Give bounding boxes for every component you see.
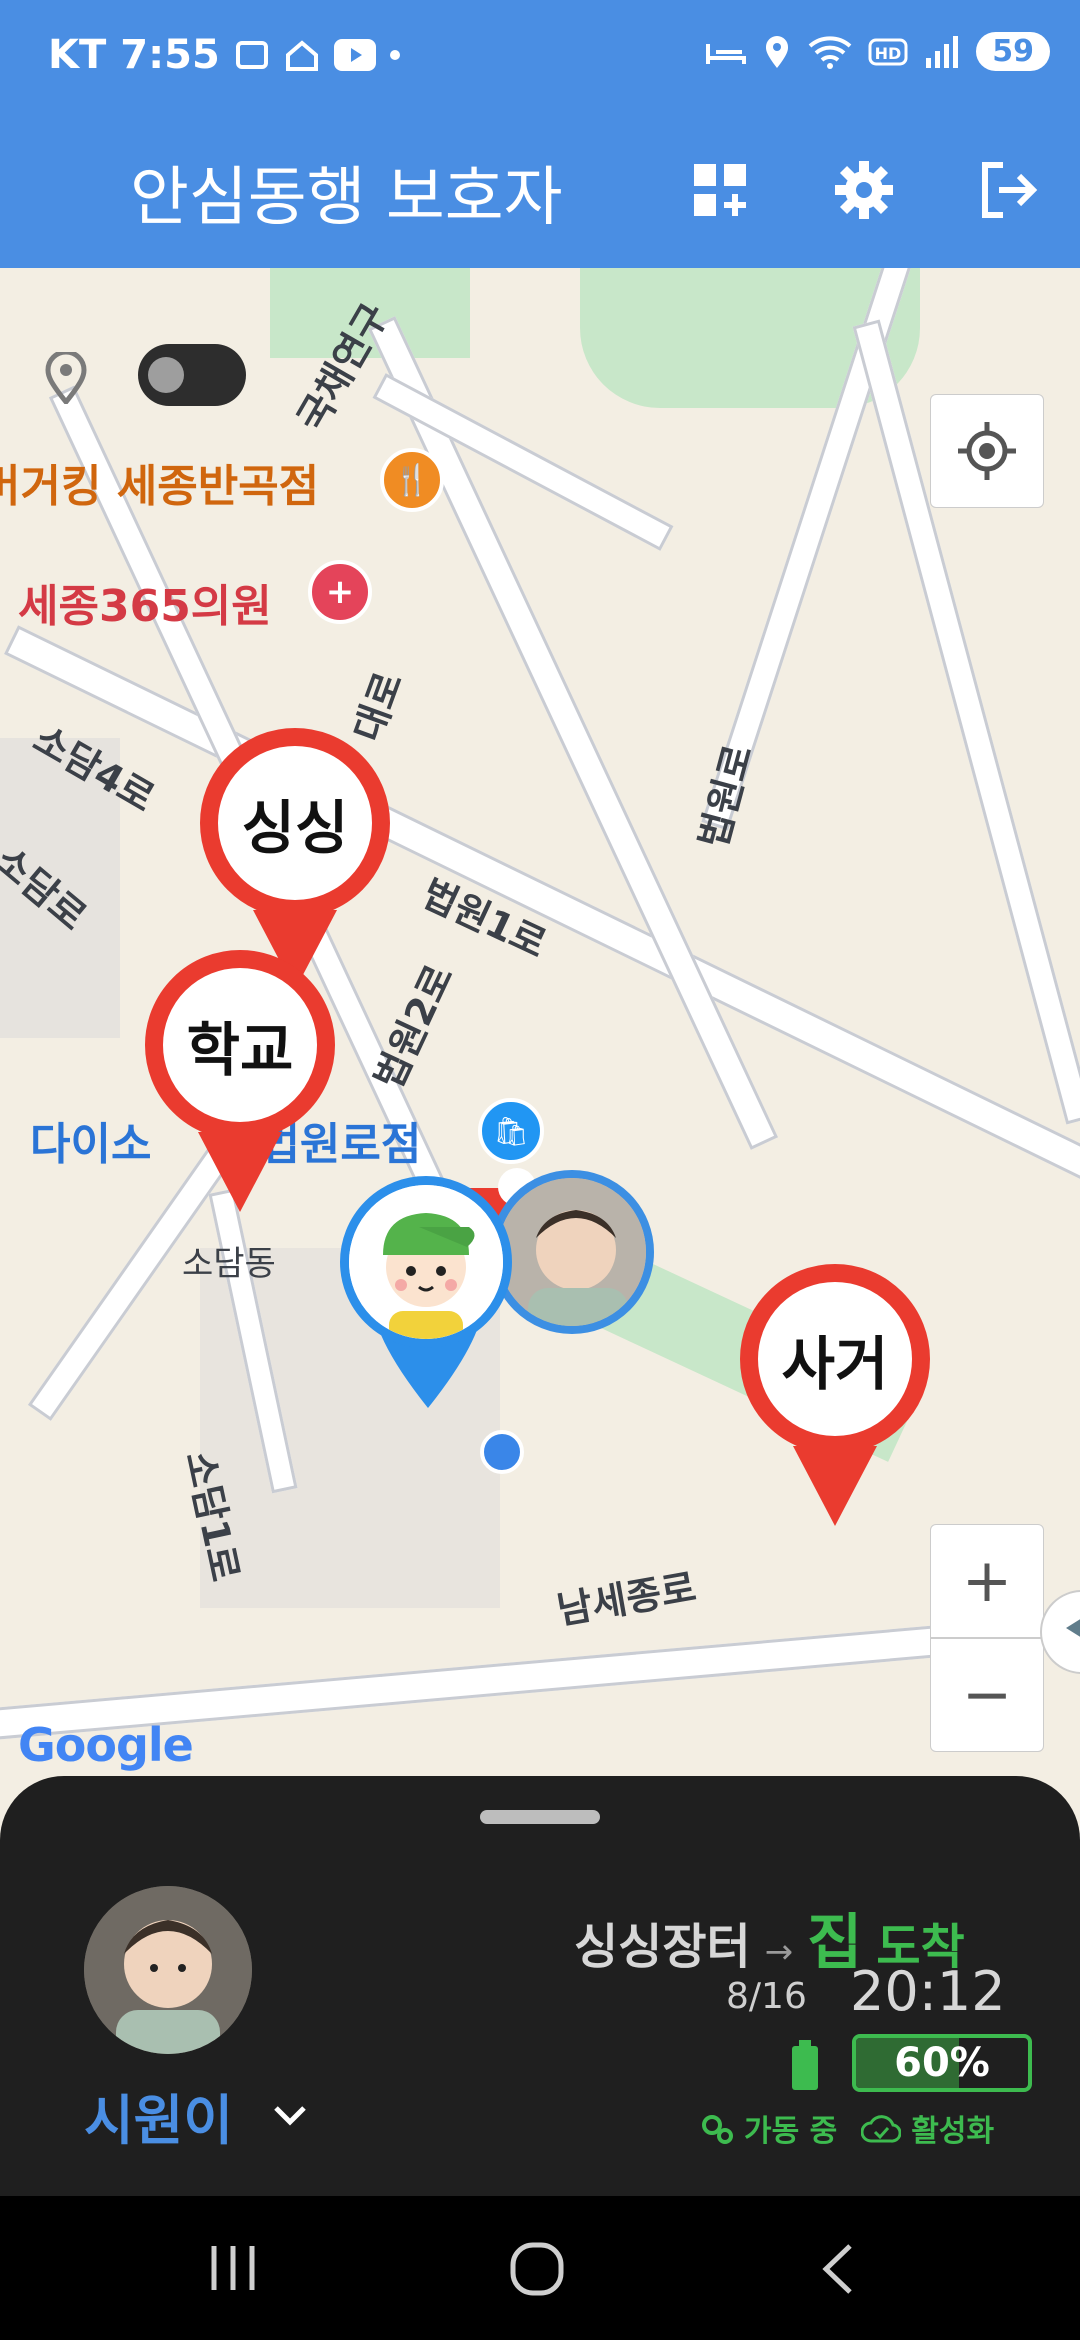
home-icon bbox=[285, 40, 318, 71]
child-photo-icon bbox=[498, 1178, 646, 1326]
sleep-mode-icon bbox=[706, 43, 747, 64]
system-nav-bar bbox=[0, 2196, 1080, 2340]
logout-button[interactable] bbox=[968, 150, 1048, 230]
zoom-out-button[interactable]: − bbox=[930, 1638, 1044, 1752]
tracking-toggle[interactable] bbox=[138, 344, 246, 406]
route-arrow-icon: → bbox=[764, 1932, 794, 1972]
sheet-drag-handle[interactable] bbox=[480, 1810, 600, 1824]
back-icon[interactable] bbox=[816, 2240, 860, 2298]
crosshair-icon bbox=[958, 422, 1016, 480]
logout-icon bbox=[982, 162, 1038, 218]
time-label: 20:12 bbox=[850, 1960, 1006, 2023]
screenshot-icon bbox=[235, 41, 268, 69]
recent-apps-icon[interactable] bbox=[206, 2242, 260, 2294]
clock: 7:55 bbox=[120, 32, 220, 78]
app-header: KT 7:55 HD 59 안심동행 보호자 bbox=[0, 0, 1080, 268]
page-title: 안심동행 보호자 bbox=[130, 161, 563, 235]
street-label: 법원로 bbox=[691, 740, 761, 853]
notification-dot-icon bbox=[389, 50, 400, 60]
status-bar: KT 7:55 HD 59 bbox=[0, 0, 1080, 120]
signal-icon bbox=[926, 35, 959, 68]
child-photo-icon bbox=[84, 1886, 252, 2054]
shopping-bag-icon[interactable]: 🛍 bbox=[478, 1098, 544, 1164]
date-label: 8/16 bbox=[726, 1976, 807, 2017]
layers-icon bbox=[1066, 1619, 1080, 1637]
gears-icon bbox=[702, 2115, 733, 2144]
geofence-pin-school[interactable]: 학교 bbox=[145, 950, 335, 1212]
location-icon bbox=[766, 35, 789, 68]
current-location-dot bbox=[480, 1430, 524, 1474]
street-label: 남세종로 bbox=[553, 1565, 700, 1633]
activation-status: 활성화 bbox=[911, 2114, 995, 2149]
device-state: 가동 중 활성화 bbox=[700, 2106, 994, 2150]
hospital-icon[interactable]: + bbox=[308, 560, 372, 624]
map-view[interactable]: 국채연구 소담4로 소담로 법원1로 법원2로 법원로 대로 소담1로 남세종로… bbox=[0, 268, 1080, 1788]
child-name[interactable]: 시원이 bbox=[84, 2076, 233, 2155]
carrier-label: KT bbox=[48, 32, 107, 78]
marker-outline-icon bbox=[45, 352, 87, 404]
settings-button[interactable] bbox=[824, 150, 904, 230]
boy-cartoon-icon bbox=[349, 1185, 503, 1339]
child-avatar-marker[interactable] bbox=[490, 1170, 654, 1334]
battery-indicator: 59 bbox=[976, 32, 1050, 71]
add-widget-button[interactable] bbox=[680, 150, 760, 230]
poi-clinic-label[interactable]: 세종365의원 bbox=[18, 570, 272, 634]
guardian-avatar-marker[interactable] bbox=[340, 1176, 512, 1348]
running-status: 가동 중 bbox=[744, 2114, 838, 2149]
wifi-icon bbox=[808, 35, 852, 69]
zoom-in-button[interactable]: + bbox=[930, 1524, 1044, 1638]
restaurant-icon[interactable]: 🍴 bbox=[380, 448, 444, 512]
hd-voice-icon: HD bbox=[868, 38, 908, 65]
cloud-check-icon bbox=[861, 2115, 902, 2143]
google-logo: Google bbox=[18, 1718, 194, 1772]
avatar[interactable] bbox=[84, 1886, 252, 2054]
widget-add-icon bbox=[694, 164, 746, 216]
district-label: 소담동 bbox=[182, 1244, 276, 1284]
poi-burger-label[interactable]: 버거킹 세종반곡점 bbox=[0, 450, 319, 514]
gear-icon bbox=[835, 161, 893, 219]
geofence-pin-intersection[interactable]: 사거 bbox=[740, 1264, 930, 1526]
map-layers-button[interactable] bbox=[1040, 1590, 1080, 1674]
route-from: 싱싱장터 bbox=[574, 1919, 751, 1975]
youtube-icon bbox=[333, 39, 376, 71]
chevron-down-icon[interactable] bbox=[270, 2094, 310, 2134]
home-button-icon[interactable] bbox=[508, 2240, 566, 2298]
battery-percent-badge: 60% bbox=[852, 2034, 1032, 2092]
bottom-sheet[interactable]: 시원이 싱싱장터 → 집 도착 8/16 20:12 60% 가동 중 활성화 bbox=[0, 1776, 1080, 2196]
battery-icon bbox=[792, 2040, 818, 2090]
my-location-button[interactable] bbox=[930, 394, 1044, 508]
svg-text:HD: HD bbox=[875, 44, 902, 63]
